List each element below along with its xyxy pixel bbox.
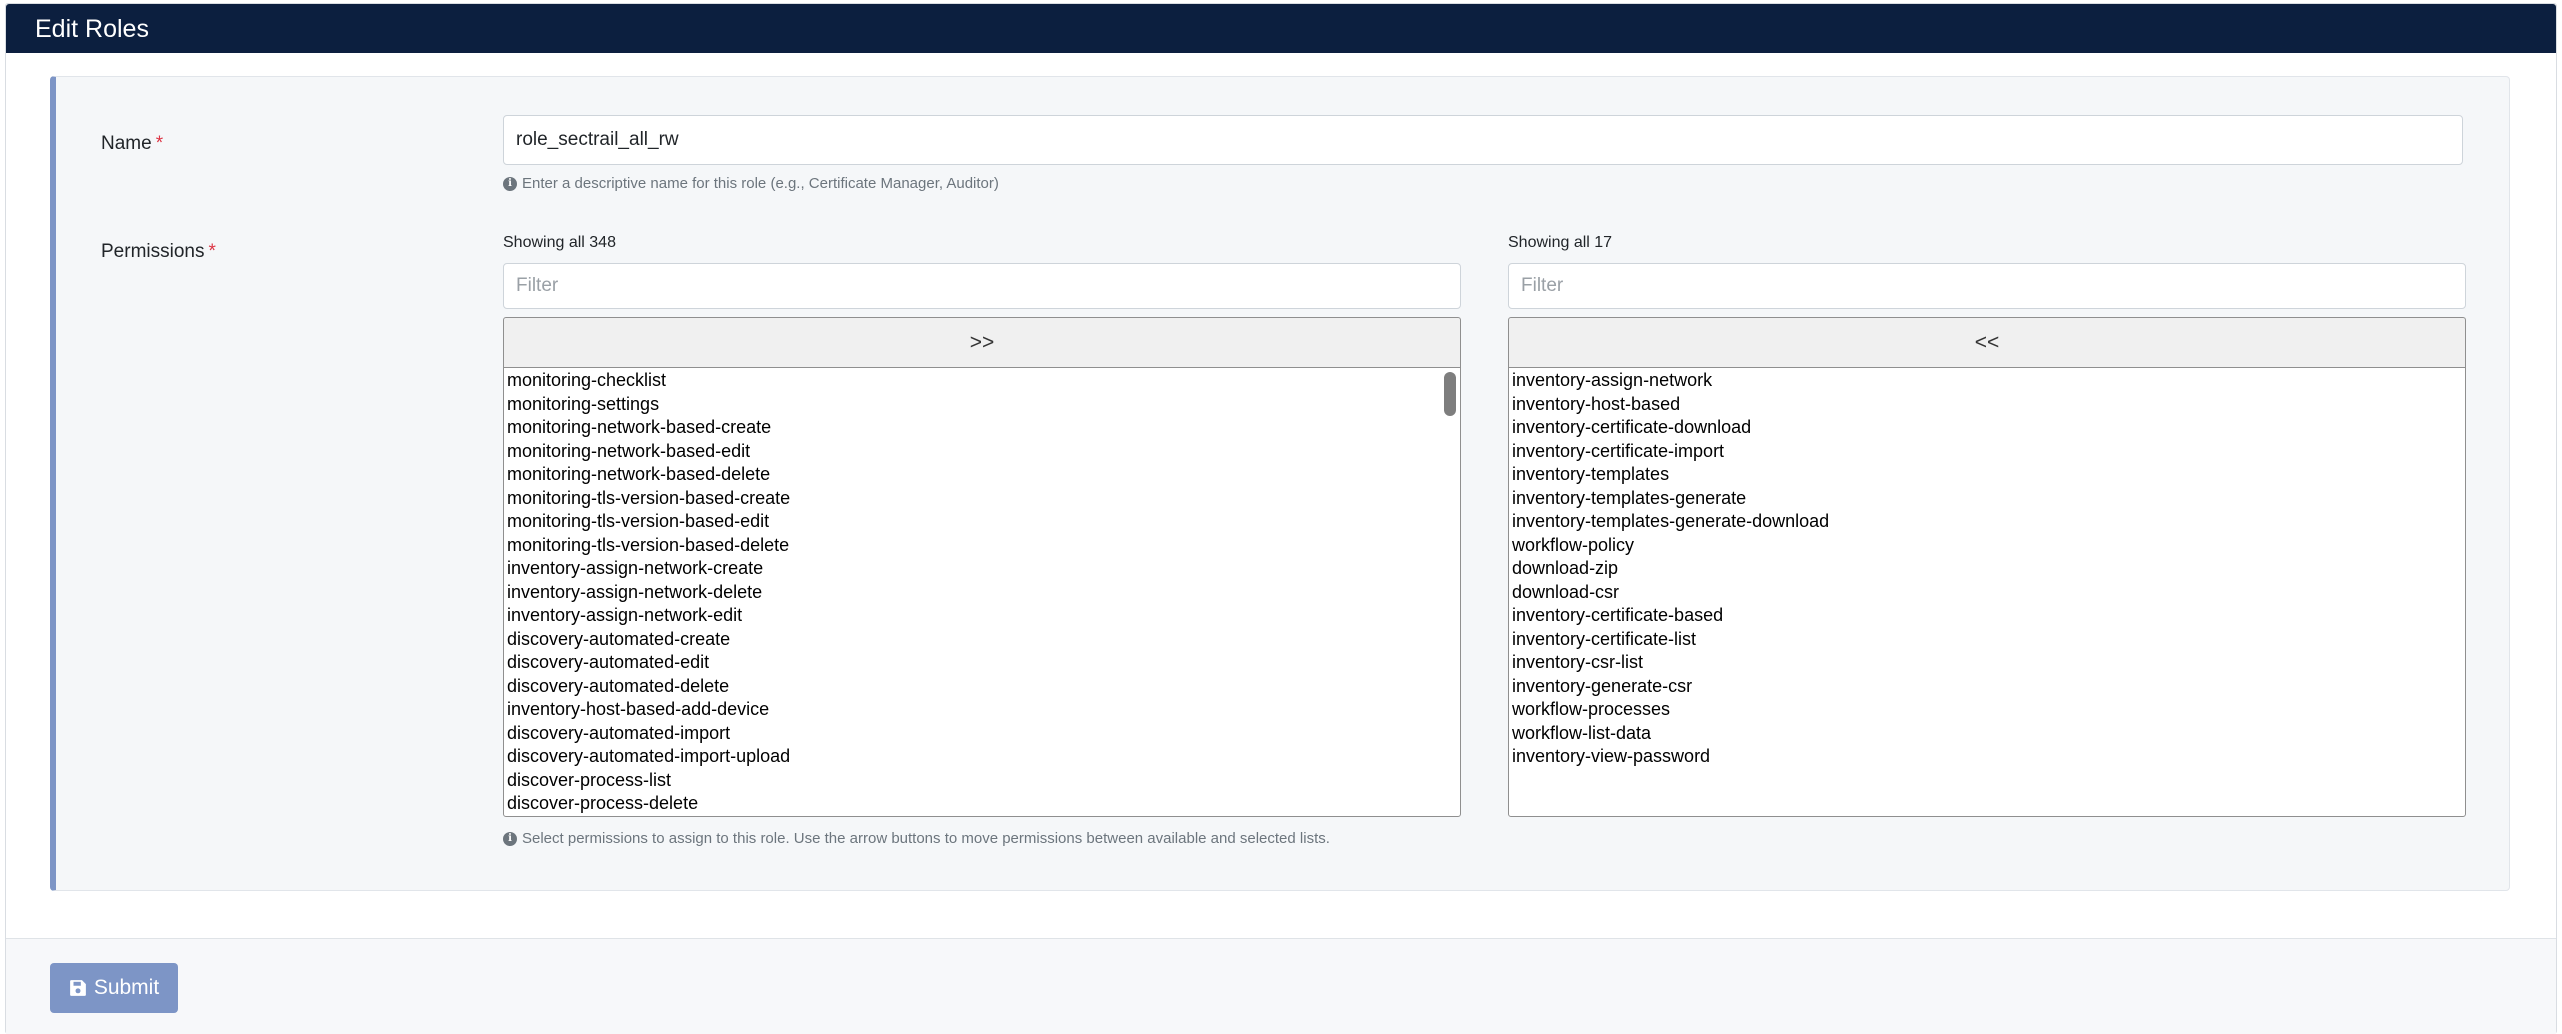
required-marker: * <box>208 241 216 262</box>
info-icon: i <box>503 832 517 846</box>
permission-option[interactable]: inventory-templates-generate-download <box>1509 510 2465 534</box>
card-header: Edit Roles <box>6 4 2556 53</box>
permission-option[interactable]: discovery-automated-import-upload <box>504 745 1460 769</box>
permissions-label-text: Permissions <box>101 241 205 262</box>
name-help-text: i Enter a descriptive name for this role… <box>503 175 999 193</box>
selected-permissions-list[interactable]: inventory-assign-network inventory-host-b… <box>1508 367 2466 817</box>
permission-option[interactable]: monitoring-tls-version-based-edit <box>504 510 1460 534</box>
permission-option[interactable]: inventory-templates <box>1509 463 2465 487</box>
permissions-help-text: i Select permissions to assign to this r… <box>503 830 1330 848</box>
permission-option[interactable]: workflow-list-data <box>1509 722 2465 746</box>
page-title: Edit Roles <box>35 15 149 43</box>
permission-option[interactable]: inventory-view-password <box>1509 745 2465 769</box>
permissions-label: Permissions * <box>101 241 216 263</box>
move-all-to-selected-button[interactable]: >> <box>503 317 1461 367</box>
permission-option[interactable]: discovery-automated-edit <box>504 651 1460 675</box>
selected-filter-input[interactable] <box>1508 263 2466 309</box>
permission-option[interactable]: discovery-automated-create <box>504 628 1460 652</box>
permission-option[interactable]: inventory-assign-network-create <box>504 557 1460 581</box>
permission-option[interactable]: inventory-generate-csr <box>1509 675 2465 699</box>
permission-option[interactable]: download-csr <box>1509 581 2465 605</box>
edit-roles-card: Edit Roles Name* i Enter a descriptive n… <box>5 3 2557 1034</box>
permission-option[interactable]: monitoring-network-based-edit <box>504 440 1460 464</box>
submit-label: Submit <box>93 976 160 999</box>
permission-option[interactable]: discover-process-list <box>504 769 1460 793</box>
permission-option[interactable]: inventory-assign-network <box>1509 369 2465 393</box>
permission-option[interactable]: monitoring-tls-version-based-create <box>504 487 1460 511</box>
permission-option[interactable]: inventory-host-based-add-device <box>504 698 1460 722</box>
permission-option[interactable]: monitoring-checklist <box>504 369 1460 393</box>
required-marker: * <box>155 133 164 154</box>
permission-option[interactable]: workflow-policy <box>1509 534 2465 558</box>
name-help-label: Enter a descriptive name for this role (… <box>522 175 999 192</box>
card-footer: Submit <box>6 938 2556 1034</box>
role-form-panel: Name* i Enter a descriptive name for thi… <box>50 76 2510 891</box>
name-label-text: Name <box>101 133 152 154</box>
save-icon <box>69 980 86 996</box>
permission-option[interactable]: discover-process-delete <box>504 792 1460 816</box>
role-name-input[interactable] <box>503 115 2463 165</box>
name-label: Name * <box>101 133 163 155</box>
permissions-help-label: Select permissions to assign to this rol… <box>522 830 1330 847</box>
info-icon: i <box>503 177 517 191</box>
permission-option[interactable]: inventory-certificate-import <box>1509 440 2465 464</box>
available-filter-input[interactable] <box>503 263 1461 309</box>
permission-option[interactable]: inventory-certificate-based <box>1509 604 2465 628</box>
permission-option[interactable]: inventory-certificate-download <box>1509 416 2465 440</box>
available-permissions-list[interactable]: monitoring-checklist monitoring-settings m… <box>503 367 1461 817</box>
permission-option[interactable]: inventory-assign-network-edit <box>504 604 1460 628</box>
permission-option[interactable]: inventory-assign-network-delete <box>504 581 1460 605</box>
permission-option[interactable]: discovery-automated-delete <box>504 675 1460 699</box>
permission-option[interactable]: download-zip <box>1509 557 2465 581</box>
selected-count: Showing all 17 <box>1508 234 1613 251</box>
permission-option[interactable]: inventory-certificate-list <box>1509 628 2465 652</box>
permission-option[interactable]: monitoring-tls-version-based-delete <box>504 534 1460 558</box>
permission-option[interactable]: monitoring-network-based-create <box>504 416 1460 440</box>
permission-option[interactable]: monitoring-network-based-delete <box>504 463 1460 487</box>
permission-option[interactable]: inventory-host-based <box>1509 393 2465 417</box>
permission-option[interactable]: monitoring-settings <box>504 393 1460 417</box>
move-all-to-available-button[interactable]: << <box>1508 317 2466 367</box>
submit-button[interactable]: Submit <box>50 963 178 1013</box>
permission-option[interactable]: inventory-templates-generate <box>1509 487 2465 511</box>
permission-option[interactable]: workflow-processes <box>1509 698 2465 722</box>
scrollbar-thumb[interactable] <box>1444 372 1456 416</box>
available-count: Showing all 348 <box>503 234 616 251</box>
permission-option[interactable]: discovery-automated-import <box>504 722 1460 746</box>
permission-option[interactable]: inventory-csr-list <box>1509 651 2465 675</box>
